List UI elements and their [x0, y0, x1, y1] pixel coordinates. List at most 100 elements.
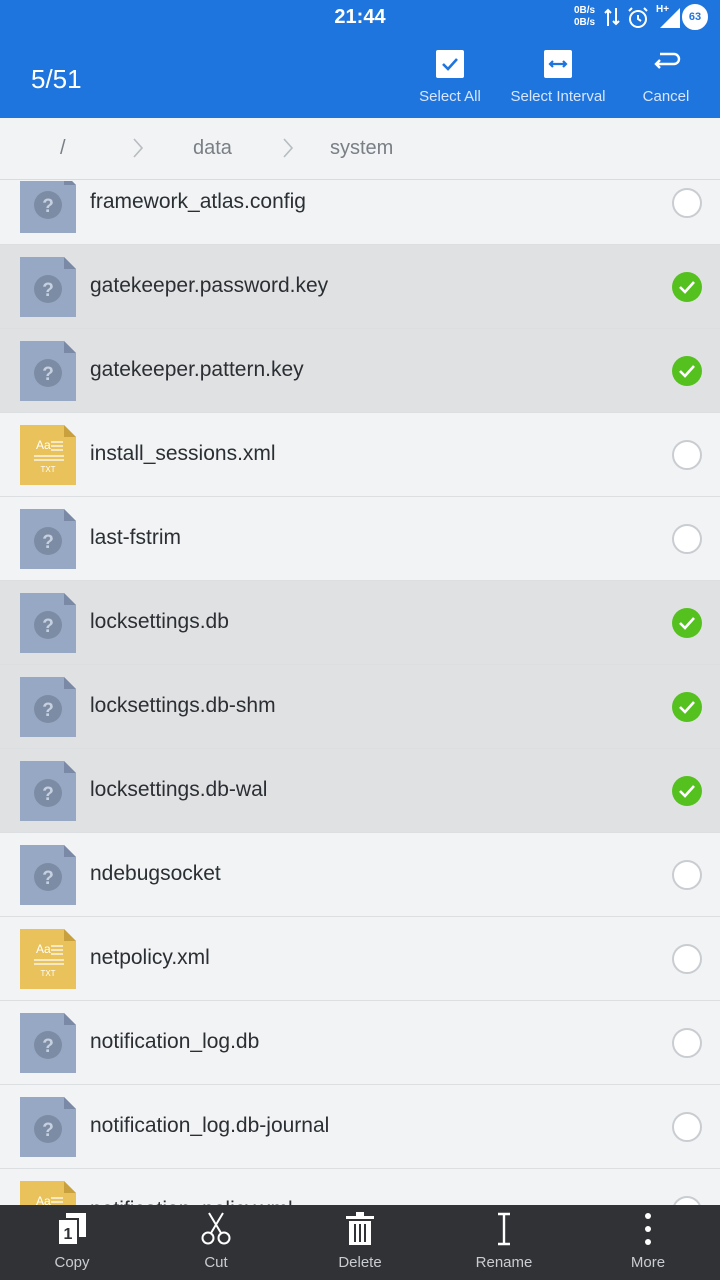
svg-text:?: ? — [42, 700, 54, 721]
file-name: notification_policy.xml — [90, 1198, 293, 1205]
unknown-file-icon: ? — [20, 677, 76, 737]
file-name: notification_log.db-journal — [90, 1114, 330, 1137]
selected-check-icon[interactable] — [672, 776, 702, 806]
alarm-icon — [626, 6, 650, 35]
selection-checkbox[interactable] — [672, 188, 702, 218]
data-transfer-icon — [604, 6, 620, 33]
cancel-label: Cancel — [642, 88, 690, 105]
file-name: last-fstrim — [90, 526, 181, 549]
file-name: framework_atlas.config — [90, 190, 306, 213]
unknown-file-icon: ? — [20, 257, 76, 317]
select-all-button[interactable]: Select All — [404, 36, 496, 118]
selection-checkbox[interactable] — [672, 1112, 702, 1142]
text-file-icon: Aa TXT — [20, 929, 76, 989]
cut-label: Cut — [204, 1254, 228, 1271]
svg-text:?: ? — [42, 616, 54, 637]
file-row[interactable]: ? notification_log.db — [0, 1001, 720, 1085]
file-name: notification_log.db — [90, 1030, 260, 1053]
scissors-icon — [198, 1211, 234, 1251]
file-row[interactable]: Aa TXT install_sessions.xml — [0, 413, 720, 497]
selection-checkbox[interactable] — [672, 1196, 702, 1205]
more-vertical-icon — [630, 1211, 666, 1251]
chevron-right-icon — [282, 137, 294, 165]
net-up-speed: 0B/s — [574, 5, 596, 16]
file-name: locksettings.db-wal — [90, 778, 268, 801]
file-row[interactable]: AaTXT notification_policy.xml — [0, 1169, 720, 1205]
more-button[interactable]: More — [576, 1205, 720, 1280]
checkbox-icon — [436, 50, 464, 82]
select-all-label: Select All — [419, 88, 481, 105]
svg-text:Aa: Aa — [36, 438, 51, 452]
text-file-icon: AaTXT — [20, 425, 76, 485]
delete-button[interactable]: Delete — [288, 1205, 432, 1280]
unknown-file-icon: ? — [20, 181, 76, 233]
selected-check-icon[interactable] — [672, 608, 702, 638]
selected-check-icon[interactable] — [672, 692, 702, 722]
text-cursor-icon — [486, 1211, 522, 1251]
copy-button[interactable]: 1 Copy — [0, 1205, 144, 1280]
file-row[interactable]: ? gatekeeper.password.key — [0, 245, 720, 329]
file-name: locksettings.db — [90, 610, 229, 633]
breadcrumb-data[interactable]: data — [193, 137, 232, 160]
svg-text:?: ? — [42, 1036, 54, 1057]
file-row[interactable]: ? locksettings.db-wal — [0, 749, 720, 833]
unknown-file-icon: ? — [20, 761, 76, 821]
svg-text:1: 1 — [64, 1226, 73, 1243]
selection-checkbox[interactable] — [672, 524, 702, 554]
file-row[interactable]: ? locksettings.db — [0, 581, 720, 665]
rename-button[interactable]: Rename — [432, 1205, 576, 1280]
unknown-file-icon: ? — [20, 1097, 76, 1157]
unknown-file-icon: ? — [20, 509, 76, 569]
file-row[interactable]: Aa TXT netpolicy.xml — [0, 917, 720, 1001]
svg-text:?: ? — [42, 280, 54, 301]
selection-checkbox[interactable] — [672, 944, 702, 974]
selection-checkbox[interactable] — [672, 860, 702, 890]
file-name: locksettings.db-shm — [90, 694, 276, 717]
breadcrumb-root[interactable]: / — [60, 137, 66, 160]
svg-text:TXT: TXT — [40, 969, 55, 978]
select-interval-label: Select Interval — [510, 88, 606, 105]
cut-button[interactable]: Cut — [144, 1205, 288, 1280]
selection-checkbox[interactable] — [672, 440, 702, 470]
signal-icon — [658, 6, 682, 35]
more-label: More — [630, 1254, 666, 1271]
interval-arrows-icon — [544, 50, 572, 82]
file-row[interactable]: ? locksettings.db-shm — [0, 665, 720, 749]
file-row[interactable]: ? framework_atlas.config — [0, 181, 720, 245]
file-name: gatekeeper.pattern.key — [90, 358, 304, 381]
selected-check-icon[interactable] — [672, 272, 702, 302]
selected-check-icon[interactable] — [672, 356, 702, 386]
copy-icon: 1 — [54, 1211, 90, 1251]
svg-text:?: ? — [42, 868, 54, 889]
selection-count: 5/51 — [31, 64, 82, 94]
bottom-action-bar: 1 Copy Cut Delete Rename More — [0, 1205, 720, 1280]
svg-text:?: ? — [42, 784, 54, 805]
svg-text:Aa: Aa — [36, 1194, 51, 1205]
select-interval-button[interactable]: Select Interval — [504, 36, 612, 118]
battery-indicator: 63 — [682, 4, 708, 30]
file-name: install_sessions.xml — [90, 442, 276, 465]
delete-label: Delete — [338, 1254, 382, 1271]
text-file-icon: AaTXT — [20, 1181, 76, 1205]
file-row[interactable]: ? last-fstrim — [0, 497, 720, 581]
unknown-file-icon: ? — [20, 1013, 76, 1073]
trash-icon — [342, 1211, 378, 1251]
file-name: gatekeeper.password.key — [90, 274, 329, 297]
return-arrow-icon — [650, 50, 682, 80]
cancel-button[interactable]: Cancel — [626, 36, 706, 118]
breadcrumb-system[interactable]: system — [330, 137, 393, 160]
unknown-file-icon: ? — [20, 341, 76, 401]
svg-text:Aa: Aa — [36, 942, 51, 956]
unknown-file-icon: ? — [20, 845, 76, 905]
svg-text:?: ? — [42, 532, 54, 553]
net-down-speed: 0B/s — [574, 17, 596, 28]
selection-checkbox[interactable] — [672, 1028, 702, 1058]
copy-label: Copy — [54, 1254, 90, 1271]
svg-text:?: ? — [42, 1120, 54, 1141]
file-row[interactable]: ? gatekeeper.pattern.key — [0, 329, 720, 413]
file-row[interactable]: ? ndebugsocket — [0, 833, 720, 917]
file-row[interactable]: ? notification_log.db-journal — [0, 1085, 720, 1169]
svg-text:?: ? — [42, 364, 54, 385]
svg-text:?: ? — [42, 196, 54, 217]
file-name: netpolicy.xml — [90, 946, 210, 969]
